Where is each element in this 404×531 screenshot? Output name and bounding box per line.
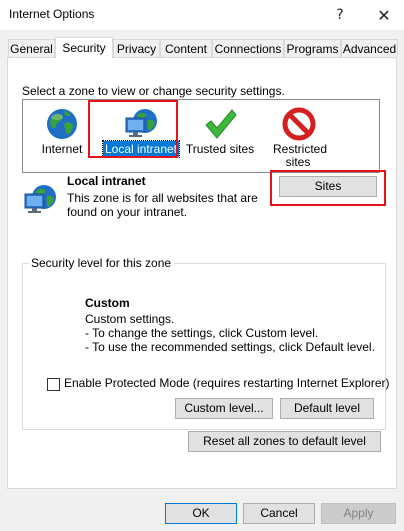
zone-title: Local intranet bbox=[67, 174, 146, 188]
close-button[interactable]: ✕ bbox=[366, 3, 402, 27]
reset-all-zones-button[interactable]: Reset all zones to default level bbox=[188, 431, 381, 452]
level-line: - To change the settings, click Custom l… bbox=[85, 326, 319, 340]
level-line: - To use the recommended settings, click… bbox=[85, 340, 375, 354]
intranet-icon bbox=[22, 182, 58, 218]
internet-options-dialog: Internet Options ? ✕ General Security Pr… bbox=[0, 0, 404, 531]
zone-label: Restricted sites bbox=[272, 142, 328, 169]
sites-button[interactable]: Sites bbox=[279, 176, 377, 197]
help-button[interactable]: ? bbox=[322, 3, 358, 27]
restricted-icon bbox=[256, 106, 342, 142]
tab-connections[interactable]: Connections bbox=[212, 39, 284, 57]
title-bar: Internet Options ? ✕ bbox=[0, 0, 404, 30]
tab-content[interactable]: Content bbox=[160, 39, 212, 57]
globe-icon bbox=[19, 106, 105, 142]
zone-restricted-sites[interactable]: Restricted sites bbox=[256, 102, 342, 170]
security-tab-panel: Select a zone to view or change security… bbox=[7, 57, 397, 489]
zone-list: Internet Local intranet Trusted sites Re… bbox=[22, 99, 380, 173]
tab-advanced[interactable]: Advanced bbox=[341, 39, 398, 57]
ok-button[interactable]: OK bbox=[165, 503, 237, 524]
zone-label: Internet bbox=[41, 142, 83, 156]
custom-level-button[interactable]: Custom level... bbox=[175, 398, 273, 419]
zone-trusted-sites[interactable]: Trusted sites bbox=[177, 102, 263, 170]
group-legend: Security level for this zone bbox=[29, 256, 174, 270]
zone-label: Local intranet bbox=[101, 140, 181, 158]
tab-general[interactable]: General bbox=[8, 39, 55, 57]
tab-security[interactable]: Security bbox=[55, 37, 113, 58]
tab-privacy[interactable]: Privacy bbox=[113, 39, 160, 57]
apply-button[interactable]: Apply bbox=[321, 503, 396, 524]
default-level-button[interactable]: Default level bbox=[280, 398, 374, 419]
level-line: Custom settings. bbox=[85, 312, 175, 326]
tab-programs[interactable]: Programs bbox=[284, 39, 341, 57]
window-title: Internet Options bbox=[9, 7, 95, 21]
security-level-title: Custom bbox=[85, 296, 130, 310]
protected-mode-label[interactable]: Enable Protected Mode (requires restarti… bbox=[64, 376, 390, 390]
checkmark-icon bbox=[177, 106, 263, 142]
zone-prompt: Select a zone to view or change security… bbox=[22, 84, 285, 98]
zone-local-intranet[interactable]: Local intranet bbox=[98, 102, 184, 170]
security-level-description: Custom settings. - To change the setting… bbox=[85, 312, 375, 354]
zone-internet[interactable]: Internet bbox=[19, 102, 105, 170]
zone-label: Trusted sites bbox=[185, 142, 255, 156]
protected-mode-checkbox[interactable] bbox=[47, 378, 60, 391]
intranet-icon bbox=[98, 106, 184, 142]
zone-description: This zone is for all websites that are f… bbox=[67, 191, 258, 219]
cancel-button[interactable]: Cancel bbox=[243, 503, 315, 524]
